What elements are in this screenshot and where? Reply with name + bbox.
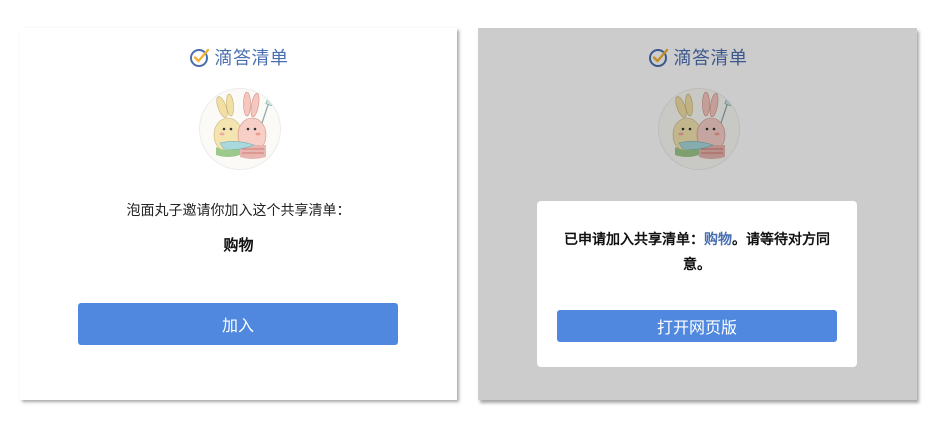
modal-list-name: 购物	[704, 232, 732, 248]
check-circle-icon	[189, 46, 211, 68]
invite-message: 泡面丸子邀请你加入这个共享清单：	[126, 203, 351, 219]
modal-message-prefix: 已申请加入共享清单：	[564, 232, 704, 248]
brand-name: 滴答清单	[214, 48, 289, 69]
invite-panel: 滴答清单 泡面丸子邀请你加入这个共享清单： 购物 加入	[20, 28, 457, 400]
open-web-button[interactable]: 打开网页版	[557, 310, 837, 342]
request-sent-modal: 已申请加入共享清单：购物。请等待对方同意。 打开网页版	[537, 201, 857, 367]
brand-header: 滴答清单	[20, 44, 457, 70]
join-button[interactable]: 加入	[78, 303, 398, 345]
bunny-avatar	[198, 88, 281, 170]
request-sent-panel: 滴答清单 泡面丸子邀请你加入这个共享清单： 已申请加入共享清单：购物。请等待对	[478, 28, 917, 400]
shared-list-name: 购物	[223, 236, 254, 254]
request-sent-message: 已申请加入共享清单：购物。请等待对方同意。	[561, 228, 833, 278]
